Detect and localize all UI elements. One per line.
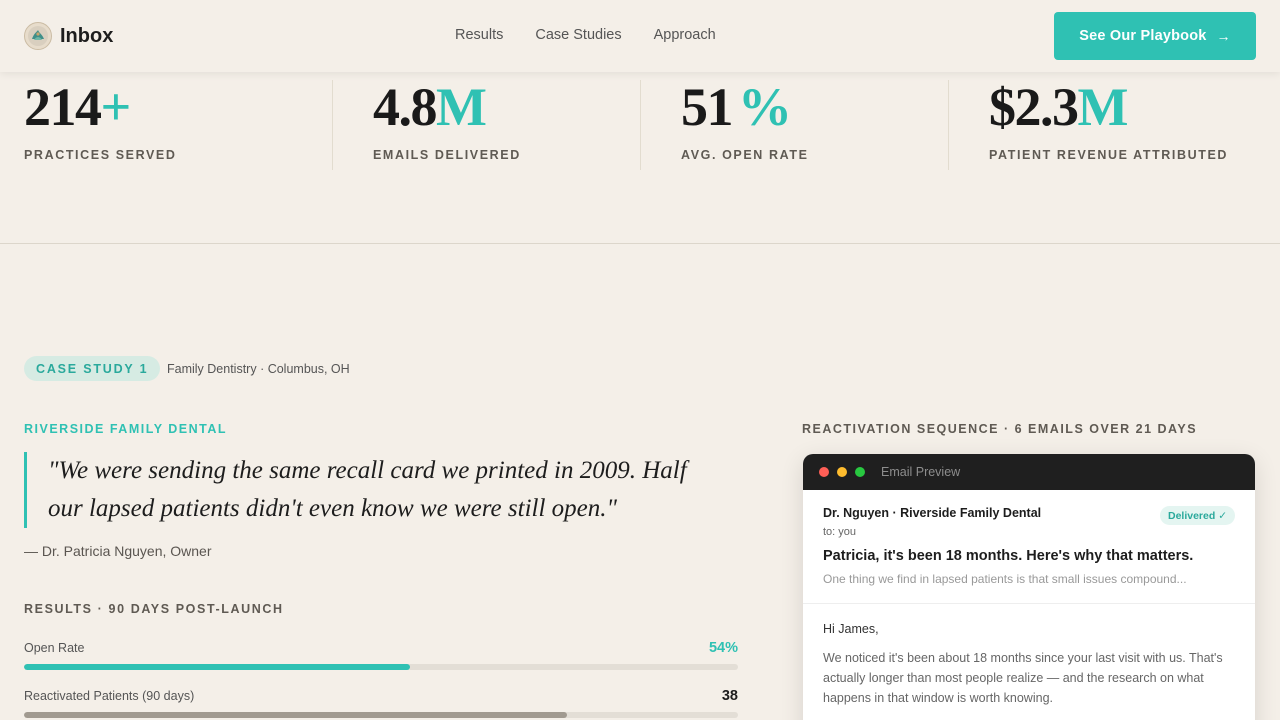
main-nav: Results Case Studies Approach — [455, 27, 748, 43]
email-header: Dr. Nguyen · Riverside Family Dental to:… — [803, 490, 1255, 604]
client-name: RIVERSIDE FAMILY DENTAL — [24, 422, 228, 436]
testimonial-quote: "We were sending the same recall card we… — [24, 452, 724, 528]
see-playbook-button[interactable]: See Our Playbook → — [1054, 12, 1256, 60]
stat-value: $2.3M — [989, 77, 1128, 137]
email-subject: Patricia, it's been 18 months. Here's wh… — [823, 548, 1194, 564]
minimize-dot-icon[interactable] — [837, 467, 847, 477]
logo-icon — [24, 22, 52, 50]
section-divider — [0, 243, 1280, 244]
brand[interactable]: Inbox — [24, 22, 113, 50]
metric-value: 54% — [708, 640, 738, 656]
nav-results[interactable]: Results — [455, 27, 503, 43]
progress-track — [24, 712, 738, 718]
stat-label: EMAILS DELIVERED — [373, 148, 521, 162]
stat-label: AVG. OPEN RATE — [681, 148, 809, 162]
email-greeting: Hi James, — [823, 622, 879, 636]
email-body-text: We noticed it's been about 18 months sin… — [823, 651, 1223, 705]
stat-practices: 214+ PRACTICES SERVED — [0, 80, 176, 170]
metric-open-rate: Open Rate 54% — [24, 640, 738, 670]
brand-name: Inbox — [60, 24, 114, 47]
progress-fill — [24, 664, 410, 670]
close-dot-icon[interactable] — [819, 467, 829, 477]
email-preview-window: Email Preview Dr. Nguyen · Riverside Fam… — [803, 454, 1255, 720]
metric-label: Reactivated Patients (90 days) — [24, 689, 195, 703]
delivered-badge: Delivered ✓ — [1160, 506, 1235, 525]
stat-label: PRACTICES SERVED — [24, 148, 177, 162]
progress-fill — [24, 712, 567, 718]
stat-label: PATIENT REVENUE ATTRIBUTED — [989, 148, 1229, 162]
stat-open-rate: 51% AVG. OPEN RATE — [640, 80, 809, 170]
stat-value: 214+ — [24, 77, 131, 137]
nav-approach[interactable]: Approach — [654, 27, 716, 43]
case-study-badge: CASE STUDY 1 — [24, 356, 161, 381]
case-study-meta: Family Dentistry · Columbus, OH — [167, 362, 350, 376]
progress-track — [24, 664, 738, 670]
stat-value: 4.8M — [373, 77, 487, 137]
email-body: Hi James, We noticed it's been about 18 … — [803, 604, 1255, 720]
window-titlebar: Email Preview — [803, 454, 1255, 490]
site-header: Inbox Results Case Studies Approach See … — [0, 0, 1280, 72]
window-title: Email Preview — [881, 465, 961, 479]
email-preview-text: One thing we find in lapsed patients is … — [823, 572, 1187, 586]
metric-label: Open Rate — [24, 641, 85, 655]
metric-value: 38 — [721, 688, 738, 704]
stat-emails: 4.8M EMAILS DELIVERED — [332, 80, 521, 170]
stat-value: 51% — [681, 77, 792, 137]
metric-reactivated: Reactivated Patients (90 days) 38 — [24, 688, 738, 718]
cta-label: See Our Playbook — [1079, 28, 1207, 44]
maximize-dot-icon[interactable] — [855, 467, 865, 477]
sequence-title: REACTIVATION SEQUENCE · 6 EMAILS OVER 21… — [802, 422, 1198, 436]
email-recipient: to: you — [823, 526, 857, 538]
nav-case-studies[interactable]: Case Studies — [535, 27, 621, 43]
quote-attribution: — Dr. Patricia Nguyen, Owner — [24, 543, 212, 559]
results-title: RESULTS · 90 DAYS POST-LAUNCH — [24, 602, 284, 616]
stat-revenue: $2.3M PATIENT REVENUE ATTRIBUTED — [948, 80, 1228, 170]
arrow-right-icon: → — [1216, 28, 1231, 44]
